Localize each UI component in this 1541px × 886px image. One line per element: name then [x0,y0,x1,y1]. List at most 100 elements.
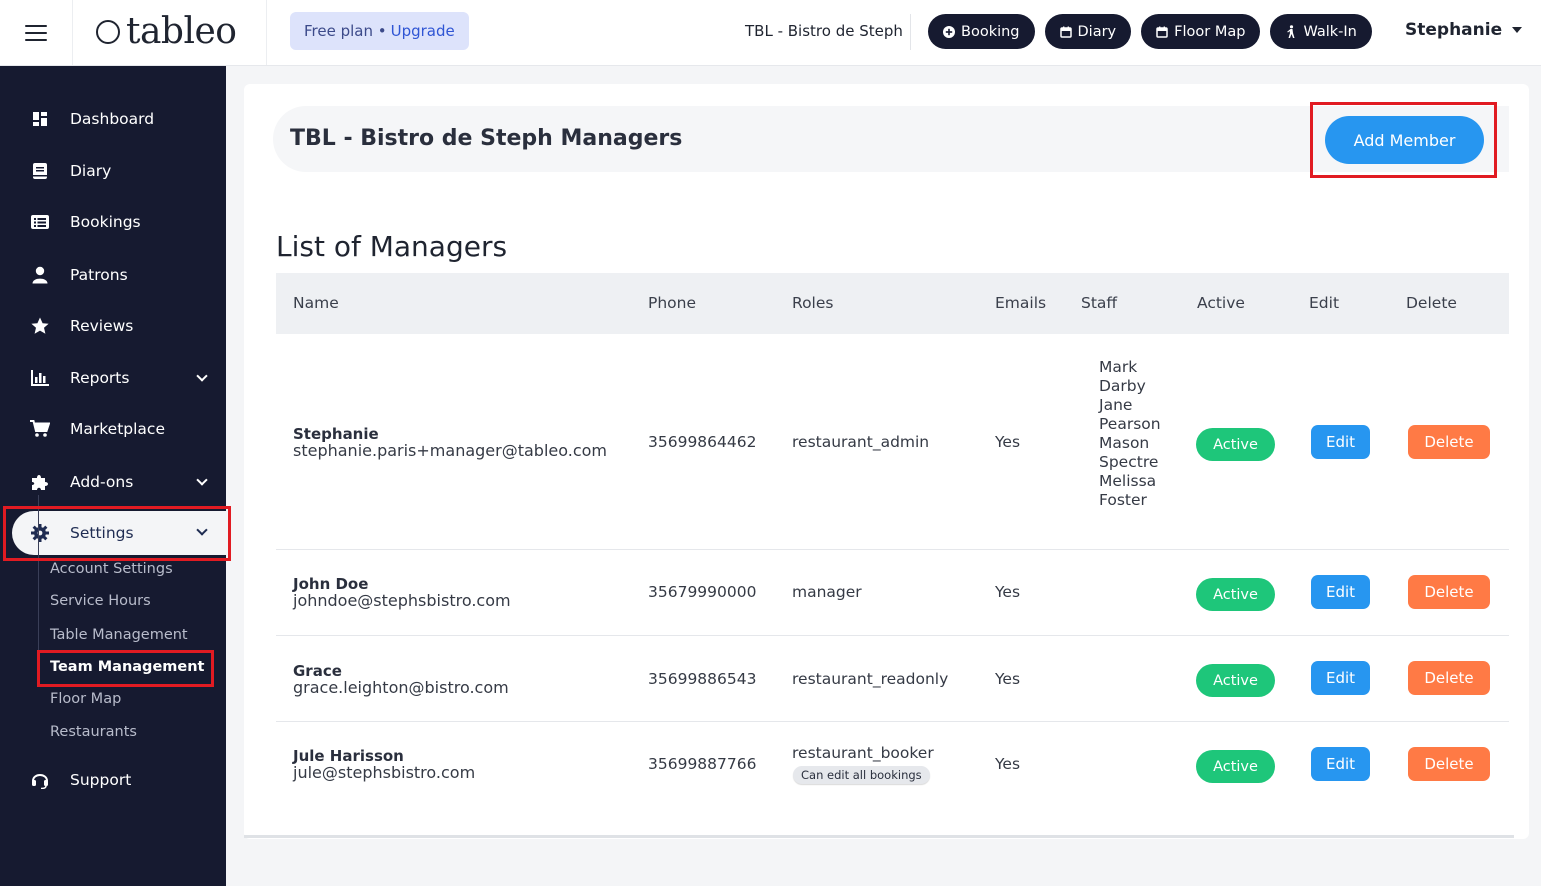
manager-emails: Yes [995,583,1021,601]
sidebar-subitem-restaurants[interactable]: Restaurants [50,724,137,740]
headset-icon [30,770,50,790]
chevron-down-icon [196,474,208,486]
staff-name: Mark [1099,358,1138,376]
top-bar: tableo Free plan • Upgrade TBL - Bistro … [0,0,1541,66]
card-shadow [244,835,1514,838]
hamburger-menu-icon[interactable] [0,0,73,65]
sidebar-subitem-table-management[interactable]: Table Management [50,627,188,643]
sidebar-item-add-ons[interactable]: Add-ons [0,462,226,502]
walking-person-icon [1285,24,1297,38]
sidebar-item-settings[interactable]: Settings [12,511,226,555]
calendar-icon [1156,26,1168,38]
bar-chart-icon [30,368,50,388]
column-header-phone: Phone [648,294,697,312]
sidebar-item-reviews[interactable]: Reviews [0,306,226,346]
active-status-button[interactable]: Active [1196,750,1275,783]
column-header-name: Name [293,294,339,312]
walk-in-button[interactable]: Walk-In [1270,14,1372,49]
booking-button[interactable]: Booking [928,14,1035,49]
sidebar-item-marketplace[interactable]: Marketplace [0,409,226,449]
chevron-down-icon [196,370,208,382]
delete-button[interactable]: Delete [1408,425,1490,459]
main-card [244,84,1529,839]
sidebar-item-dashboard[interactable]: Dashboard [0,99,226,139]
staff-name: Melissa [1099,472,1157,490]
manager-name: John Doe [293,575,369,593]
manager-phone: 35679990000 [648,583,757,601]
plus-circle-icon [943,25,955,38]
sidebar-subitem-account-settings[interactable]: Account Settings [50,561,173,577]
row-divider [276,635,1509,636]
diary-button[interactable]: Diary [1044,14,1132,49]
staff-name: Foster [1099,491,1147,509]
venue-name: TBL - Bistro de Steph [745,22,903,40]
column-header-edit: Edit [1309,294,1340,312]
plan-badge: Free plan • Upgrade [290,12,469,50]
edit-button[interactable]: Edit [1311,575,1370,609]
manager-email: grace.leighton@bistro.com [293,678,509,697]
chevron-down-icon [1512,27,1523,33]
tableo-logo[interactable]: tableo [96,10,237,54]
user-name: Stephanie [1405,20,1503,40]
manager-role: restaurant_admin [792,433,930,451]
chevron-down-icon [196,524,208,536]
staff-name: Pearson [1099,415,1161,433]
row-divider [276,549,1509,550]
quick-actions: Booking Diary Floor Map Walk-In [928,14,1372,49]
permission-tag: Can edit all bookings [793,766,930,784]
add-member-button[interactable]: Add Member [1325,116,1484,164]
manager-email: stephanie.paris+manager@tableo.com [293,441,607,460]
sidebar-subitem-service-hours[interactable]: Service Hours [50,593,151,609]
active-status-button[interactable]: Active [1196,578,1275,611]
sidebar-item-reports[interactable]: Reports [0,358,226,398]
staff-list: Mark Darby Jane Pearson Mason Spectre Me… [1099,358,1161,510]
logo-ring-icon [96,20,120,44]
manager-emails: Yes [995,670,1021,688]
user-menu[interactable]: Stephanie [1405,20,1523,40]
cart-icon [30,419,50,439]
manager-role: restaurant_readonly [792,670,949,688]
sidebar-item-bookings[interactable]: Bookings [0,202,226,242]
sidebar-subitem-team-management[interactable]: Team Management [50,659,204,675]
dashboard-icon [30,109,50,129]
page-title: TBL - Bistro de Steph Managers [290,126,683,151]
manager-phone: 35699887766 [648,755,757,773]
manager-phone: 35699886543 [648,670,757,688]
active-status-button[interactable]: Active [1196,664,1275,697]
sidebar-item-patrons[interactable]: Patrons [0,255,226,295]
column-header-active: Active [1197,294,1245,312]
edit-button[interactable]: Edit [1311,747,1370,781]
column-header-roles: Roles [792,294,834,312]
divider [910,14,911,50]
manager-name: Jule Harisson [293,747,404,765]
edit-button[interactable]: Edit [1311,425,1370,459]
staff-name: Mason [1099,434,1150,452]
gear-icon [30,523,50,543]
manager-role: manager [792,583,862,601]
column-header-delete: Delete [1406,294,1457,312]
manager-emails: Yes [995,433,1021,451]
divider [266,0,267,65]
table-header: Name Phone Roles Emails Staff Active Edi… [276,273,1509,334]
active-status-button[interactable]: Active [1196,428,1275,461]
column-header-staff: Staff [1081,294,1118,312]
sidebar-item-diary[interactable]: Diary [0,151,226,191]
manager-emails: Yes [995,755,1021,773]
delete-button[interactable]: Delete [1408,575,1490,609]
calendar-icon [1059,26,1072,38]
manager-name: Grace [293,662,342,680]
edit-button[interactable]: Edit [1311,661,1370,695]
delete-button[interactable]: Delete [1408,747,1490,781]
row-divider [276,721,1509,722]
star-icon [30,316,50,336]
staff-name: Darby [1099,377,1146,395]
submenu-line [38,495,39,685]
delete-button[interactable]: Delete [1408,661,1490,695]
sidebar-subitem-floor-map[interactable]: Floor Map [50,691,121,707]
staff-name: Jane [1099,396,1133,414]
sidebar-item-support[interactable]: Support [0,760,226,800]
floor-map-button[interactable]: Floor Map [1141,14,1261,49]
column-header-emails: Emails [995,294,1047,312]
upgrade-link[interactable]: Upgrade [391,22,455,40]
manager-phone: 35699864462 [648,433,757,451]
